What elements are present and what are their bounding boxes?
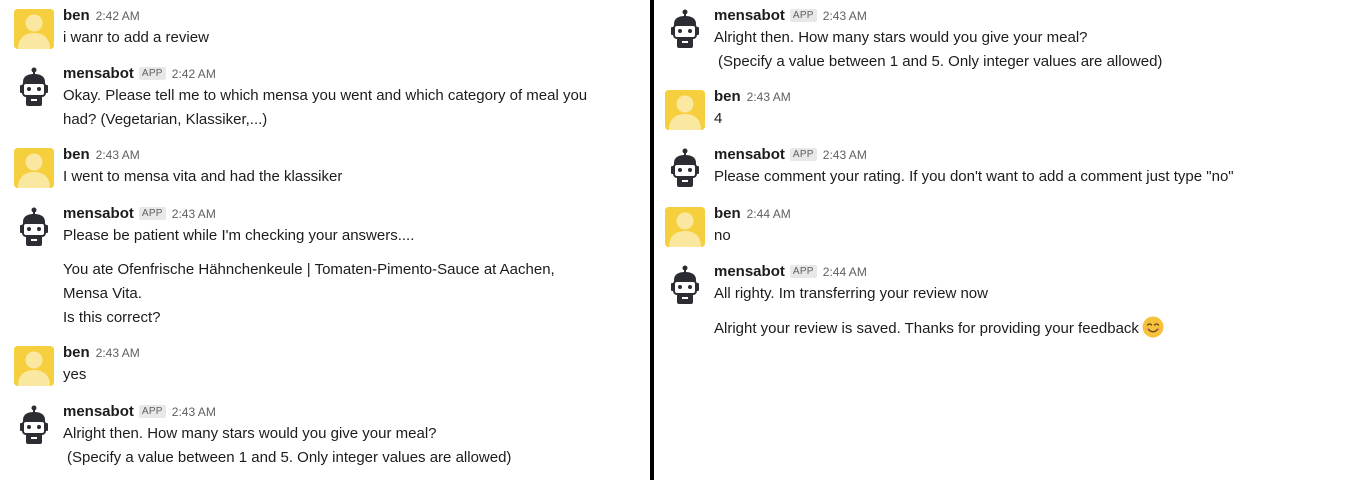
bot-avatar[interactable] <box>14 67 54 107</box>
message-content: mensabot APP 2:43 AM Please comment your ra… <box>714 145 1365 189</box>
message-content: ben 2:43 AM yes <box>63 343 646 387</box>
sender-name[interactable]: ben <box>63 146 90 163</box>
message-text: Mensa Vita. <box>63 282 646 306</box>
sender-name[interactable]: ben <box>63 344 90 361</box>
default-user-icon <box>14 148 54 188</box>
bot-avatar[interactable] <box>14 207 54 247</box>
message-header: ben 2:44 AM <box>714 204 1365 224</box>
app-badge: APP <box>789 265 817 278</box>
message-text: Alright your review is saved. Thanks for… <box>714 316 1365 341</box>
timestamp[interactable]: 2:43 AM <box>823 148 867 162</box>
sender-name[interactable]: ben <box>714 88 741 105</box>
robot-icon <box>671 9 699 48</box>
timestamp[interactable]: 2:43 AM <box>747 90 791 104</box>
message-text: (Specify a value between 1 and 5. Only i… <box>718 53 1163 70</box>
default-user-icon <box>14 346 54 386</box>
message-text-content: You ate Ofenfrische Hähnchenkeule | Toma… <box>63 261 555 278</box>
message-content: mensabot APP 2:43 AM Please be patient whil… <box>63 204 646 330</box>
message-text: (Specify a value between 1 and 5. Only i… <box>67 449 512 466</box>
message-text: You ate Ofenfrische Hähnchenkeule | Toma… <box>63 258 646 282</box>
sender-name[interactable]: mensabot <box>714 146 785 163</box>
default-user-icon <box>665 207 705 247</box>
default-user-icon <box>665 90 705 130</box>
bot-avatar[interactable] <box>665 9 705 49</box>
message-text: had? (Vegetarian, Klassiker,...) <box>63 111 268 128</box>
app-badge: APP <box>138 67 166 80</box>
user-avatar[interactable] <box>665 90 705 130</box>
pane-divider <box>650 0 654 480</box>
app-badge: APP <box>138 207 166 220</box>
message-header: ben 2:43 AM <box>63 343 646 363</box>
timestamp[interactable]: 2:43 AM <box>172 405 216 419</box>
message-content: mensabot APP 2:42 AM Okay. Please tell me t… <box>63 64 646 132</box>
message-text: Please comment your rating. If you don't… <box>714 168 1234 185</box>
sender-name[interactable]: mensabot <box>63 403 134 420</box>
sender-name[interactable]: ben <box>714 205 741 222</box>
message-text-content: Mensa Vita. <box>63 285 142 302</box>
sender-name[interactable]: ben <box>63 7 90 24</box>
user-avatar[interactable] <box>14 9 54 49</box>
message-content: ben 2:43 AM 4 <box>714 87 1365 131</box>
sender-name[interactable]: mensabot <box>714 263 785 280</box>
timestamp[interactable]: 2:43 AM <box>823 9 867 23</box>
message-text: Okay. Please tell me to which mensa you … <box>63 87 588 104</box>
app-badge: APP <box>789 148 817 161</box>
user-avatar[interactable] <box>14 346 54 386</box>
user-avatar[interactable] <box>14 148 54 188</box>
smiling-face-emoji-icon <box>1142 316 1164 338</box>
bot-avatar[interactable] <box>665 148 705 188</box>
message-header: mensabot APP 2:43 AM <box>63 402 646 422</box>
message-text: All righty. Im transferring your review … <box>714 285 988 302</box>
message-text: no <box>714 227 731 244</box>
robot-icon <box>671 265 699 304</box>
message-text: I went to mensa vita and had the klassik… <box>63 168 343 185</box>
bot-avatar[interactable] <box>665 265 705 305</box>
message-text: i wanr to add a review <box>63 29 209 46</box>
message-text: Alright then. How many stars would you g… <box>714 29 1088 46</box>
robot-icon <box>671 148 699 187</box>
message-text-content: Is this correct? <box>63 309 161 326</box>
timestamp[interactable]: 2:42 AM <box>172 67 216 81</box>
message-content: mensabot APP 2:44 AM All righty. Im transfe… <box>714 262 1365 341</box>
message-header: mensabot APP 2:43 AM <box>714 6 1365 26</box>
sender-name[interactable]: mensabot <box>63 65 134 82</box>
message-text: 4 <box>714 110 723 127</box>
user-avatar[interactable] <box>665 207 705 247</box>
default-user-icon <box>14 9 54 49</box>
message-text: Alright then. How many stars would you g… <box>63 425 437 442</box>
timestamp[interactable]: 2:43 AM <box>96 346 140 360</box>
message-header: mensabot APP 2:42 AM <box>63 64 646 84</box>
app-badge: APP <box>789 9 817 22</box>
message-content: mensabot APP 2:43 AM Alright then. How many… <box>63 402 646 470</box>
bot-avatar[interactable] <box>14 405 54 445</box>
robot-icon <box>20 67 48 106</box>
timestamp[interactable]: 2:44 AM <box>747 207 791 221</box>
message-text: Please be patient while I'm checking you… <box>63 227 415 244</box>
timestamp[interactable]: 2:44 AM <box>823 265 867 279</box>
message-header: mensabot APP 2:43 AM <box>714 145 1365 165</box>
message-text: Is this correct? <box>63 306 646 330</box>
sender-name[interactable]: mensabot <box>714 7 785 24</box>
message-content: ben 2:42 AM i wanr to add a review <box>63 6 646 50</box>
message-header: mensabot APP 2:44 AM <box>714 262 1365 282</box>
message-header: ben 2:42 AM <box>63 6 646 26</box>
message-header: mensabot APP 2:43 AM <box>63 204 646 224</box>
message-content: mensabot APP 2:43 AM Alright then. How many… <box>714 6 1365 74</box>
app-badge: APP <box>138 405 166 418</box>
message-text: yes <box>63 366 87 383</box>
message-header: ben 2:43 AM <box>714 87 1365 107</box>
sender-name[interactable]: mensabot <box>63 205 134 222</box>
message-content: ben 2:44 AM no <box>714 204 1365 248</box>
robot-icon <box>20 405 48 444</box>
message-content: ben 2:43 AM I went to mensa vita and had t… <box>63 145 646 189</box>
timestamp[interactable]: 2:43 AM <box>172 207 216 221</box>
timestamp[interactable]: 2:43 AM <box>96 148 140 162</box>
message-text-content: Alright your review is saved. Thanks for… <box>714 320 1139 337</box>
robot-icon <box>20 207 48 246</box>
message-header: ben 2:43 AM <box>63 145 646 165</box>
timestamp[interactable]: 2:42 AM <box>96 9 140 23</box>
